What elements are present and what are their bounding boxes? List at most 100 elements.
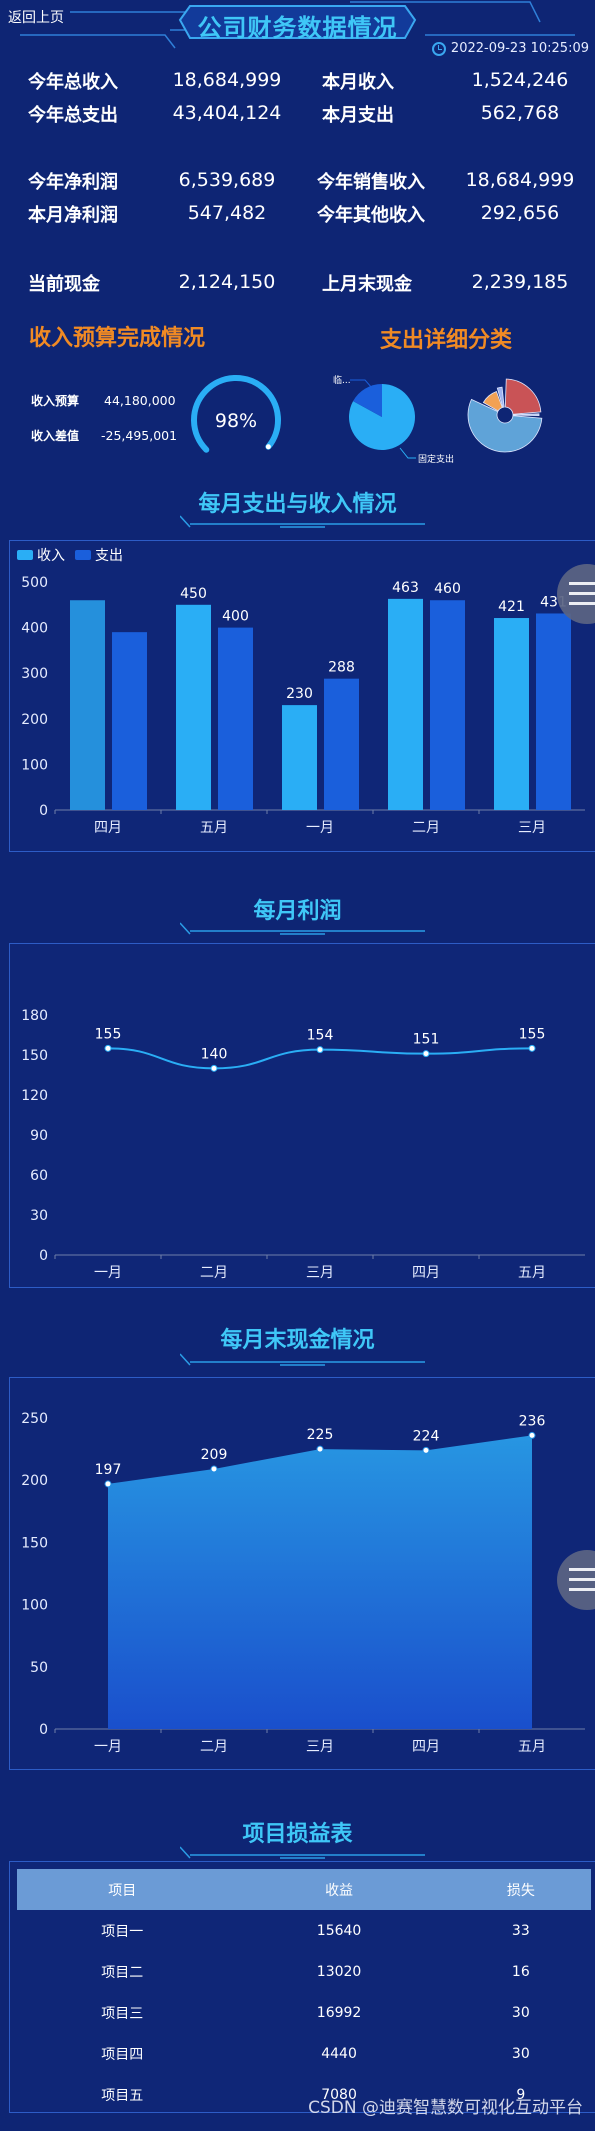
- area-chart-title: 每月末现金情况: [220, 1328, 375, 1353]
- y-tick-label: 60: [30, 1168, 48, 1184]
- y-tick-label: 150: [21, 1535, 48, 1551]
- pie-label: 临...: [333, 374, 351, 386]
- bar-chart: 0 100 200 300 400 500 四月 五月 一月 二月 三月 收入 450 230 463 421…: [17, 548, 585, 836]
- data-point: [528, 1044, 536, 1052]
- bar: [494, 618, 529, 810]
- x-tick-label: 五月: [518, 1739, 546, 1755]
- y-tick-label: 100: [21, 757, 48, 773]
- diff-label: 收入差值: [31, 429, 80, 443]
- y-tick-label: 400: [21, 621, 48, 637]
- x-tick-label: 二月: [200, 1739, 228, 1755]
- table-cell: 13020: [316, 1963, 362, 1980]
- y-tick-label: 120: [21, 1088, 48, 1104]
- gauge-end-dot: [265, 444, 271, 450]
- bar-value-label: 230: [286, 686, 313, 702]
- stat-value: 2,124,150: [178, 271, 276, 293]
- y-tick-label: 0: [39, 1248, 48, 1264]
- data-point: [316, 1046, 324, 1054]
- y-tick-label: 200: [21, 1473, 48, 1489]
- x-tick-label: 二月: [200, 1265, 228, 1281]
- data-label: 224: [413, 1428, 440, 1444]
- page-title: 公司财务数据情况: [197, 14, 398, 42]
- bar-value-label: 421: [498, 599, 525, 615]
- menu-icon: [569, 582, 595, 585]
- expense-title: 支出详细分类: [380, 328, 513, 353]
- stat-label: 今年净利润: [28, 172, 118, 193]
- table-header: 项目 收益 损失: [17, 1869, 591, 1910]
- table-cell: 16992: [316, 2004, 362, 2021]
- y-tick-label: 250: [21, 1411, 48, 1427]
- table-cell: 项目一: [101, 1923, 144, 1940]
- bar: [218, 627, 253, 810]
- bar: [176, 604, 211, 810]
- title-underline: [180, 515, 425, 528]
- x-tick-label: 一月: [306, 820, 334, 836]
- stat-value2: 18,684,999: [465, 169, 575, 191]
- x-tick-label: 二月: [412, 820, 440, 836]
- watermark: CSDN @迪赛智慧数可视化互动平台: [308, 2098, 583, 2118]
- rose-slice: [504, 378, 542, 415]
- title-underline: [180, 1353, 425, 1366]
- table-row: 项目三 16992 30: [17, 1992, 591, 2033]
- y-tick-label: 500: [21, 575, 48, 591]
- bar: [70, 600, 105, 810]
- pie-label: 固定支出: [418, 453, 454, 465]
- x-tick-label: 四月: [412, 1265, 440, 1281]
- budget-value: 44,180,000: [104, 393, 176, 408]
- data-label: 225: [307, 1427, 334, 1443]
- legend-swatch: [17, 550, 33, 560]
- data-label: 154: [307, 1028, 334, 1044]
- table-cell: 项目四: [101, 2046, 144, 2063]
- data-label: 140: [201, 1046, 228, 1062]
- area-chart: 0 50 100 150 200 250 一月 二月 三月 四月 五月 197 209 225 224 236: [21, 1411, 585, 1755]
- table-panel: 项目 收益 损失 项目一 15640 33 项目二 13020 16 项目三 16992 30 项目四…: [9, 1861, 595, 2113]
- y-tick-label: 50: [30, 1660, 48, 1676]
- x-tick-label: 一月: [94, 1739, 122, 1755]
- x-tick-label: 四月: [94, 820, 122, 836]
- title-underline: [180, 922, 425, 935]
- stat-label2: 本月支出: [322, 105, 394, 126]
- stat-label2: 今年销售收入: [317, 172, 425, 193]
- y-tick-label: 100: [21, 1598, 48, 1614]
- table-cell: 16: [511, 1963, 530, 1980]
- stat-label: 本月净利润: [28, 205, 118, 226]
- data-point: [316, 1445, 324, 1453]
- y-tick-label: 150: [21, 1048, 48, 1064]
- y-tick-label: 0: [39, 803, 48, 819]
- data-point: [422, 1050, 430, 1058]
- table-row: 项目四 4440 30: [17, 2033, 591, 2074]
- stat-label: 今年总收入: [28, 72, 118, 93]
- stat-value: 547,482: [187, 202, 267, 224]
- bar: [536, 613, 571, 810]
- table-row: 项目二 13020 16: [17, 1951, 591, 1992]
- data-label: 197: [95, 1462, 122, 1478]
- stat-value2: 292,656: [480, 202, 560, 224]
- budget-gauge: 98%: [191, 375, 281, 453]
- bar: [430, 600, 465, 810]
- stat-value2: 2,239,185: [471, 271, 569, 293]
- budget-label: 收入预算: [31, 394, 80, 408]
- expense-rose-chart: [467, 378, 543, 453]
- y-tick-label: 30: [30, 1208, 48, 1224]
- table-cell: 30: [511, 2004, 530, 2021]
- table-cell: 15640: [316, 1922, 362, 1939]
- stat-value2: 1,524,246: [471, 69, 569, 91]
- title-underline: [180, 1846, 425, 1859]
- legend-label: 收入: [37, 548, 65, 564]
- data-label: 209: [201, 1447, 228, 1463]
- table-cell: 项目二: [101, 1964, 144, 1981]
- table-cell: 项目三: [101, 2005, 144, 2022]
- legend-label: 支出: [95, 548, 123, 564]
- data-point: [422, 1446, 430, 1454]
- expense-pie: 固定支出 临...: [333, 374, 454, 465]
- pie-label-line: [399, 447, 416, 459]
- datetime-text: 2022-09-23 10:25:09: [450, 41, 589, 56]
- bar-value-label: 463: [392, 580, 419, 596]
- bar: [324, 678, 359, 810]
- x-tick-label: 一月: [94, 1265, 122, 1281]
- stat-label2: 本月收入: [322, 72, 394, 93]
- profit-loss-table: 项目 收益 损失 项目一 15640 33 项目二 13020 16 项目三 16992 30 项目四…: [17, 1869, 591, 2115]
- x-tick-label: 五月: [200, 820, 228, 836]
- stat-label: 当前现金: [28, 274, 100, 295]
- stat-label: 今年总支出: [28, 105, 118, 126]
